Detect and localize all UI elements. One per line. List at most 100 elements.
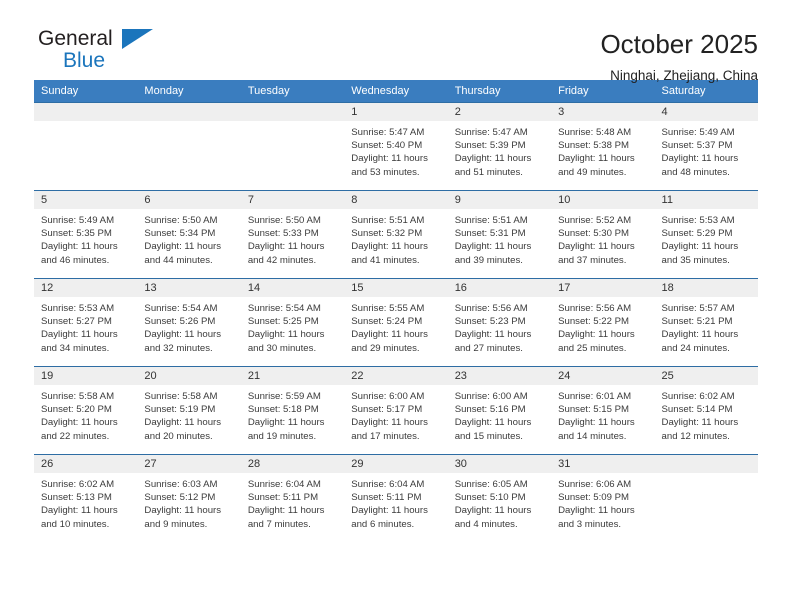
daylight-duration-line2: and 53 minutes. — [351, 166, 420, 178]
calendar-day-cell[interactable]: 21 Sunrise: 5:59 AM Sunset: 5:18 PM Dayligh… — [240, 366, 345, 455]
sunset-time: Sunset: 5:31 PM — [454, 228, 526, 240]
calendar-day-cell[interactable]: 15 Sunrise: 5:55 AM Sunset: 5:24 PM Dayligh… — [344, 278, 448, 367]
day-details: Sunrise: 6:00 AM Sunset: 5:16 PM Daylight:… — [448, 385, 551, 443]
sunrise-time: Sunrise: 5:54 AM — [247, 303, 321, 314]
page-subtitle: Ninghai, Zhejiang, China — [610, 68, 758, 83]
calendar-day-cell[interactable]: 27 Sunrise: 6:03 AM Sunset: 5:12 PM Dayligh… — [137, 454, 241, 543]
calendar-day-cell[interactable]: 5 Sunrise: 5:49 AM Sunset: 5:35 PM Daylight… — [34, 190, 138, 279]
sunset-time: Sunset: 5:30 PM — [558, 228, 630, 240]
calendar-day-cell[interactable]: 25 Sunrise: 6:02 AM Sunset: 5:14 PM Dayligh… — [654, 366, 758, 455]
calendar-table: Sunday Monday Tuesday Wednesday Thursday… — [34, 80, 758, 543]
sunset-time: Sunset: 5:29 PM — [661, 228, 733, 240]
calendar-day-cell[interactable]: 18 Sunrise: 5:57 AM Sunset: 5:21 PM Dayligh… — [654, 278, 758, 367]
sunrise-time: Sunrise: 5:53 AM — [661, 215, 735, 226]
calendar-day-cell[interactable]: 16 Sunrise: 5:56 AM Sunset: 5:23 PM Dayligh… — [447, 278, 552, 367]
daylight-duration-line1: Daylight: 11 hours — [558, 329, 635, 341]
daylight-duration-line2: and 44 minutes. — [144, 254, 213, 266]
day-number — [137, 103, 241, 121]
calendar-day-cell[interactable]: 26 Sunrise: 6:02 AM Sunset: 5:13 PM Dayligh… — [34, 454, 138, 543]
daylight-duration-line1: Daylight: 11 hours — [351, 329, 428, 341]
day-details: Sunrise: 5:47 AM Sunset: 5:39 PM Daylight:… — [448, 121, 551, 179]
sunset-time: Sunset: 5:17 PM — [351, 404, 423, 416]
sunset-time: Sunset: 5:40 PM — [351, 140, 423, 152]
calendar-day-cell[interactable]: 3 Sunrise: 5:48 AM Sunset: 5:38 PM Daylight… — [551, 102, 655, 191]
daylight-duration-line2: and 29 minutes. — [351, 342, 420, 354]
daylight-duration-line2: and 9 minutes. — [144, 518, 208, 530]
calendar-day-cell[interactable]: 19 Sunrise: 5:58 AM Sunset: 5:20 PM Dayligh… — [34, 366, 138, 455]
calendar-day-cell[interactable]: 28 Sunrise: 6:04 AM Sunset: 5:11 PM Dayligh… — [240, 454, 345, 543]
day-number: 16 — [447, 279, 552, 297]
calendar-day-cell[interactable]: 23 Sunrise: 6:00 AM Sunset: 5:16 PM Dayligh… — [447, 366, 552, 455]
day-number: 27 — [137, 455, 241, 473]
sunset-time: Sunset: 5:37 PM — [661, 140, 733, 152]
calendar-day-cell[interactable]: 13 Sunrise: 5:54 AM Sunset: 5:26 PM Dayligh… — [137, 278, 241, 367]
calendar-day-cell[interactable]: 22 Sunrise: 6:00 AM Sunset: 5:17 PM Dayligh… — [344, 366, 448, 455]
calendar-day-cell[interactable]: 30 Sunrise: 6:05 AM Sunset: 5:10 PM Dayligh… — [447, 454, 552, 543]
day-details: Sunrise: 6:05 AM Sunset: 5:10 PM Daylight:… — [448, 473, 551, 531]
calendar-day-cell[interactable]: 1 Sunrise: 5:47 AM Sunset: 5:40 PM Daylight… — [344, 102, 448, 191]
daylight-duration-line2: and 12 minutes. — [661, 430, 730, 442]
daylight-duration-line2: and 35 minutes. — [661, 254, 730, 266]
calendar-day-cell[interactable]: 8 Sunrise: 5:51 AM Sunset: 5:32 PM Daylight… — [344, 190, 448, 279]
calendar-day-cell[interactable]: 7 Sunrise: 5:50 AM Sunset: 5:33 PM Daylight… — [240, 190, 345, 279]
daylight-duration-line1: Daylight: 11 hours — [144, 241, 222, 253]
calendar-day-cell[interactable]: 29 Sunrise: 6:04 AM Sunset: 5:11 PM Dayligh… — [344, 454, 448, 543]
sunrise-time: Sunrise: 5:50 AM — [247, 215, 321, 226]
day-details: Sunrise: 5:50 AM Sunset: 5:33 PM Daylight:… — [241, 209, 344, 267]
calendar-day-cell[interactable]: 17 Sunrise: 5:56 AM Sunset: 5:22 PM Dayligh… — [551, 278, 655, 367]
sunrise-time: Sunrise: 6:02 AM — [661, 391, 735, 402]
calendar-day-cell[interactable]: 20 Sunrise: 5:58 AM Sunset: 5:19 PM Dayligh… — [137, 366, 241, 455]
daylight-duration-line1: Daylight: 11 hours — [351, 241, 428, 253]
calendar-day-cell[interactable]: 31 Sunrise: 6:06 AM Sunset: 5:09 PM Dayligh… — [551, 454, 655, 543]
daylight-duration-line1: Daylight: 11 hours — [661, 329, 739, 341]
day-number: 19 — [34, 367, 138, 385]
daylight-duration-line1: Daylight: 11 hours — [351, 153, 428, 165]
calendar-day-cell[interactable]: 10 Sunrise: 5:52 AM Sunset: 5:30 PM Dayligh… — [551, 190, 655, 279]
calendar-day-cell[interactable]: 4 Sunrise: 5:49 AM Sunset: 5:37 PM Daylight… — [654, 102, 758, 191]
daylight-duration-line2: and 42 minutes. — [247, 254, 317, 266]
day-details: Sunrise: 5:50 AM Sunset: 5:34 PM Daylight:… — [137, 209, 240, 267]
calendar-day-cell[interactable]: 24 Sunrise: 6:01 AM Sunset: 5:15 PM Dayligh… — [551, 366, 655, 455]
calendar-day-cell[interactable]: 6 Sunrise: 5:50 AM Sunset: 5:34 PM Daylight… — [137, 190, 241, 279]
daylight-duration-line1: Daylight: 11 hours — [454, 241, 532, 253]
daylight-duration-line1: Daylight: 11 hours — [247, 417, 325, 429]
day-number: 29 — [344, 455, 448, 473]
day-number: 14 — [240, 279, 345, 297]
sunrise-time: Sunrise: 6:04 AM — [247, 479, 321, 490]
daylight-duration-line2: and 4 minutes. — [454, 518, 518, 530]
sunset-time: Sunset: 5:19 PM — [144, 404, 216, 416]
day-details: Sunrise: 5:54 AM Sunset: 5:25 PM Daylight:… — [241, 297, 344, 355]
calendar-day-cell[interactable]: 2 Sunrise: 5:47 AM Sunset: 5:39 PM Daylight… — [447, 102, 552, 191]
daylight-duration-line1: Daylight: 11 hours — [144, 329, 222, 341]
sunset-time: Sunset: 5:32 PM — [351, 228, 423, 240]
triangle-icon — [122, 29, 153, 49]
daylight-duration-line1: Daylight: 11 hours — [454, 329, 532, 341]
daylight-duration-line2: and 14 minutes. — [558, 430, 627, 442]
sunset-time: Sunset: 5:16 PM — [454, 404, 526, 416]
calendar-day-cell[interactable]: 11 Sunrise: 5:53 AM Sunset: 5:29 PM Dayligh… — [654, 190, 758, 279]
day-number: 22 — [344, 367, 448, 385]
daylight-duration-line1: Daylight: 11 hours — [454, 153, 532, 165]
daylight-duration-line1: Daylight: 11 hours — [41, 417, 118, 429]
calendar-day-cell[interactable]: 12 Sunrise: 5:53 AM Sunset: 5:27 PM Dayligh… — [34, 278, 138, 367]
daylight-duration-line2: and 19 minutes. — [247, 430, 317, 442]
sunset-time: Sunset: 5:20 PM — [41, 404, 112, 416]
daylight-duration-line2: and 32 minutes. — [144, 342, 213, 354]
sunrise-time: Sunrise: 5:51 AM — [351, 215, 425, 226]
calendar-day-cell[interactable]: 14 Sunrise: 5:54 AM Sunset: 5:25 PM Dayligh… — [240, 278, 345, 367]
daylight-duration-line1: Daylight: 11 hours — [558, 505, 635, 517]
sunrise-time: Sunrise: 5:47 AM — [454, 127, 528, 138]
daylight-duration-line2: and 3 minutes. — [558, 518, 622, 530]
sunrise-time: Sunrise: 5:48 AM — [558, 127, 632, 138]
calendar-day-cell[interactable]: 9 Sunrise: 5:51 AM Sunset: 5:31 PM Daylight… — [447, 190, 552, 279]
brand-logo[interactable]: General Blue — [34, 26, 154, 78]
calendar-day-cell-empty — [34, 102, 138, 191]
day-details: Sunrise: 6:06 AM Sunset: 5:09 PM Daylight:… — [551, 473, 654, 531]
sunset-time: Sunset: 5:23 PM — [454, 316, 526, 328]
sunrise-time: Sunrise: 5:49 AM — [661, 127, 735, 138]
day-number: 1 — [344, 103, 448, 121]
page-header: General Blue October 2025 Ninghai, Zheji… — [34, 0, 758, 83]
day-details: Sunrise: 5:51 AM Sunset: 5:31 PM Daylight:… — [448, 209, 551, 267]
day-details: Sunrise: 6:02 AM Sunset: 5:13 PM Daylight:… — [34, 473, 137, 531]
sunrise-time: Sunrise: 5:53 AM — [41, 303, 115, 314]
